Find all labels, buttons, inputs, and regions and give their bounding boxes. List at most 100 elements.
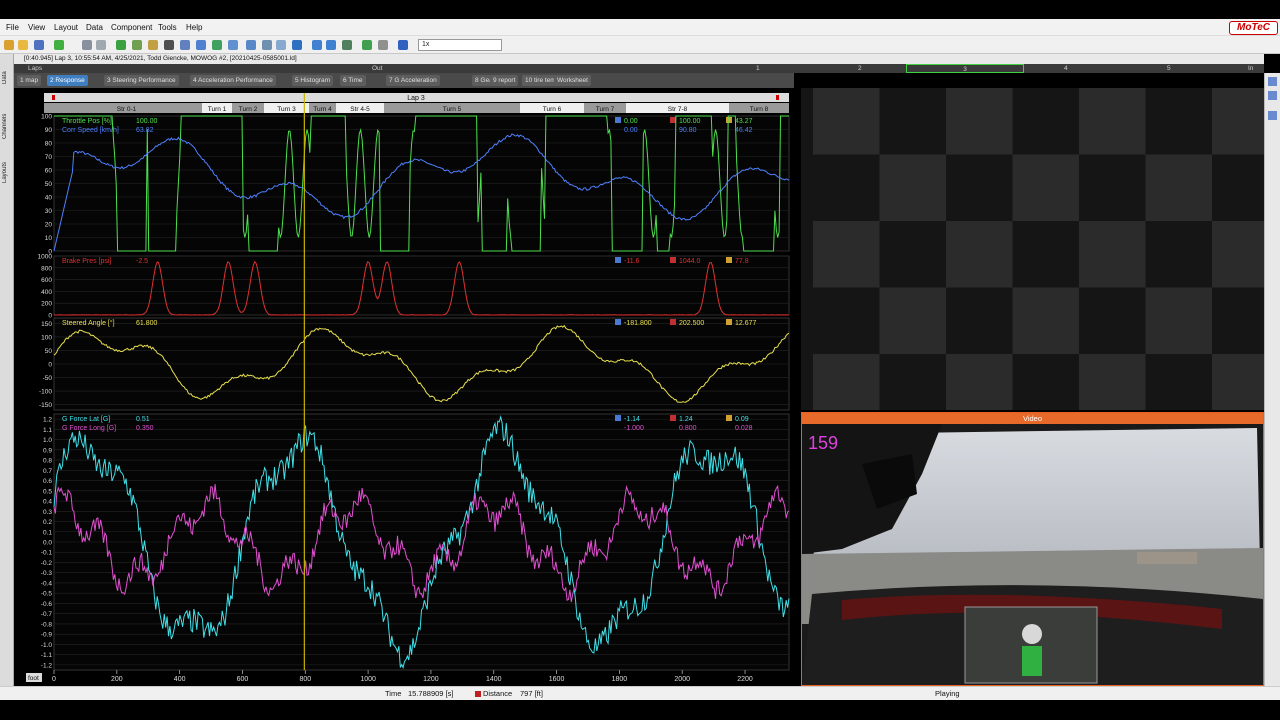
x-tick-label: 2200 xyxy=(737,676,753,683)
new-icon[interactable] xyxy=(4,40,14,50)
checker-cell xyxy=(879,287,946,354)
sidebar-data-tab[interactable]: Data xyxy=(2,64,12,92)
panel-icon-3[interactable] xyxy=(1268,111,1277,120)
cursor-icon[interactable] xyxy=(276,40,286,50)
open-icon[interactable] xyxy=(18,40,28,50)
checker-cell xyxy=(1145,287,1212,354)
tab-acceleration-performance[interactable]: 4 Acceleration Performance xyxy=(190,75,276,86)
checker-cell xyxy=(1212,88,1264,155)
channel-min-value: -1.14 xyxy=(624,416,640,423)
save-icon[interactable] xyxy=(34,40,44,50)
math-icon[interactable] xyxy=(362,40,372,50)
next-icon[interactable] xyxy=(326,40,336,50)
tab-histogram[interactable]: 5 Histogram xyxy=(292,75,334,86)
y-tick-label: 40 xyxy=(45,195,53,202)
lap-5[interactable]: 5 xyxy=(1167,64,1171,73)
table-icon[interactable] xyxy=(196,40,206,50)
tab-time[interactable]: 6 Time xyxy=(340,75,366,86)
menu-file[interactable]: File xyxy=(6,23,19,32)
prev-icon[interactable] xyxy=(312,40,322,50)
y-tick-label: -150 xyxy=(39,402,52,409)
tab-response[interactable]: 2 Response xyxy=(47,75,88,86)
video-frame[interactable]: 159 xyxy=(802,424,1263,685)
tab-map[interactable]: 1 map xyxy=(17,75,42,86)
channel-max-value: 1.24 xyxy=(679,416,693,423)
checker-cell xyxy=(946,354,1013,410)
link-icon[interactable] xyxy=(398,40,408,50)
grid-icon[interactable] xyxy=(180,40,190,50)
section-label: Turn 1 xyxy=(208,106,227,113)
sidebar-layouts-tab[interactable]: Layouts xyxy=(2,154,12,190)
menu-data[interactable]: Data xyxy=(86,23,103,32)
options-icon[interactable] xyxy=(378,40,388,50)
menu-tools[interactable]: Tools xyxy=(158,23,177,32)
y-tick-label: 0 xyxy=(48,362,52,369)
y-tick-label: 0.5 xyxy=(43,488,52,495)
channel-cursor-value: 100.00 xyxy=(136,118,158,125)
layout-icon[interactable] xyxy=(164,40,174,50)
funnel-icon[interactable] xyxy=(342,40,352,50)
print-icon[interactable] xyxy=(82,40,92,50)
lap-in[interactable]: In xyxy=(1248,64,1253,73)
edit-icon[interactable] xyxy=(148,40,158,50)
lap-1[interactable]: 1 xyxy=(756,64,760,73)
checker-cell xyxy=(946,221,1013,288)
panel-icon-2[interactable] xyxy=(1268,91,1277,100)
menu-component[interactable]: Component xyxy=(111,23,152,32)
y-tick-label: 0.8 xyxy=(43,458,52,465)
zoom-select[interactable]: 1x xyxy=(418,39,502,51)
y-tick-label: 150 xyxy=(41,321,52,328)
panel-icon[interactable] xyxy=(1268,77,1277,86)
menu-view[interactable]: View xyxy=(28,23,45,32)
tab-worksheet[interactable]: Worksheet xyxy=(554,75,591,86)
channel-name: Corr Speed [km/h] xyxy=(62,127,119,134)
laps-bar[interactable]: Laps Out 1 2 3 4 5 In xyxy=(14,64,1264,73)
y-tick-label: -0.4 xyxy=(41,580,53,587)
tab-report[interactable]: 9 report xyxy=(490,75,519,86)
lap-4[interactable]: 4 xyxy=(1064,64,1068,73)
menu-help[interactable]: Help xyxy=(186,23,202,32)
section-label: Turn 8 xyxy=(750,106,769,113)
channel-name: G Force Long [G] xyxy=(62,425,116,432)
time-value: 15.788909 [s] xyxy=(408,689,454,698)
avg-icon xyxy=(726,319,732,325)
channel-name: Steered Angle [°] xyxy=(62,319,115,327)
tab-steering-performance[interactable]: 3 Steering Performance xyxy=(104,75,179,86)
add-icon[interactable] xyxy=(54,40,64,50)
zoom-fit-icon[interactable] xyxy=(228,40,238,50)
properties-icon[interactable] xyxy=(96,40,106,50)
split-icon[interactable] xyxy=(292,40,302,50)
window-title-text: [0:40.945] Lap 3, 10:55:54 AM, 4/25/2021… xyxy=(24,55,297,62)
refresh-icon[interactable] xyxy=(116,40,126,50)
lap-2[interactable]: 2 xyxy=(858,64,862,73)
section-label: Turn 2 xyxy=(239,106,258,113)
time-label: Time xyxy=(385,689,402,698)
y-tick-label: -0.2 xyxy=(41,560,53,567)
y-tick-label: -100 xyxy=(39,389,52,396)
marker-icon[interactable] xyxy=(262,40,272,50)
filter-icon[interactable] xyxy=(132,40,142,50)
channel-name: Brake Pres [psi] xyxy=(62,258,111,265)
video-title: Video xyxy=(802,413,1263,424)
channel-avg-value: 0.09 xyxy=(735,416,749,423)
channel-min-value: -1.000 xyxy=(624,425,644,432)
video-panel[interactable]: Video 159 xyxy=(801,412,1264,686)
sync-icon[interactable] xyxy=(212,40,222,50)
lap-out[interactable]: Out xyxy=(372,64,382,73)
empty-component-area xyxy=(801,88,1264,410)
time-distance-graph[interactable]: Lap 3 Str 0-1 Turn 1 Turn 2 Turn 3 Turn 4 Str … xyxy=(14,88,794,686)
checker-cell xyxy=(1212,354,1264,410)
section-label: Str 4-5 xyxy=(350,106,370,113)
y-tick-label: 30 xyxy=(45,208,53,215)
y-tick-label: -0.5 xyxy=(41,591,53,598)
menu-layout[interactable]: Layout xyxy=(54,23,78,32)
y-tick-label: 0.0 xyxy=(43,540,52,547)
overlay-icon[interactable] xyxy=(246,40,256,50)
y-tick-label: -0.7 xyxy=(41,611,53,618)
channel-cursor-value: 61.800 xyxy=(136,320,158,327)
lap-3-selected[interactable]: 3 xyxy=(906,64,1024,73)
checker-cell xyxy=(1212,221,1264,288)
sidebar-channels-tab[interactable]: Channels xyxy=(2,104,12,148)
max-icon xyxy=(670,319,676,325)
tab-g-acceleration[interactable]: 7 G Acceleration xyxy=(386,75,440,86)
